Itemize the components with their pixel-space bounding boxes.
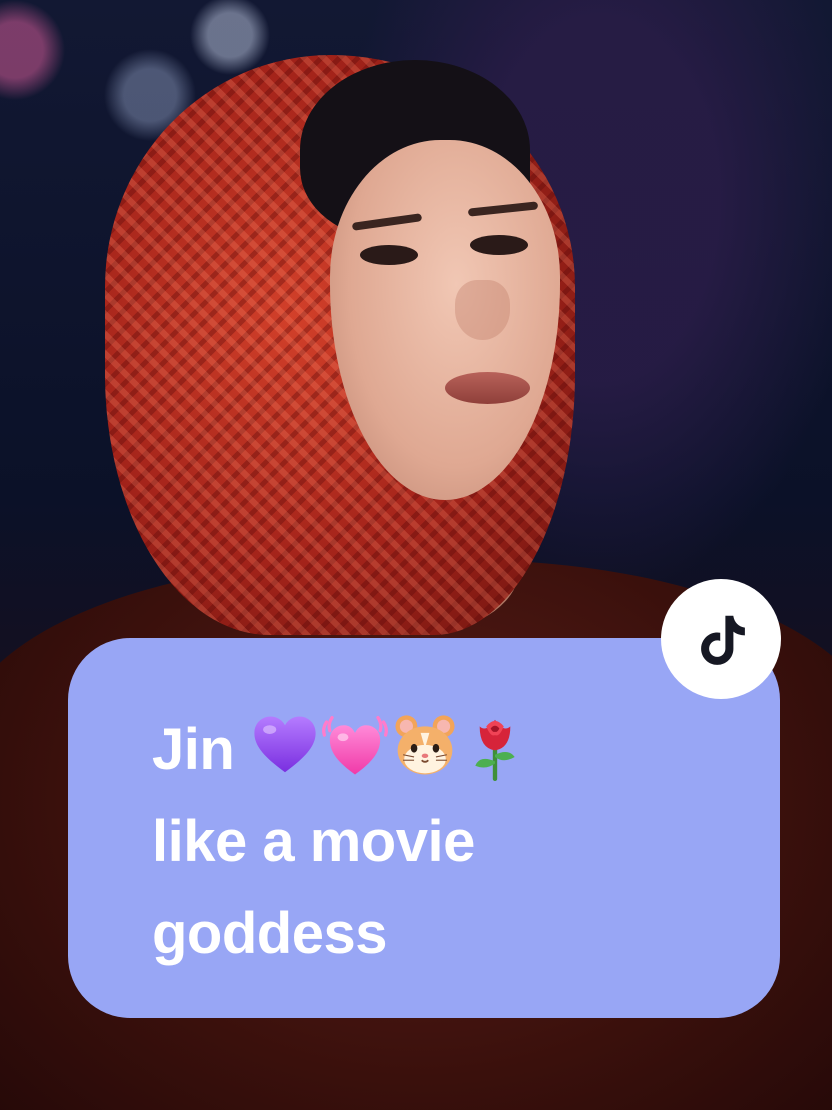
photo-eye [360,245,418,265]
caption-name: Jin [152,717,235,782]
rose-icon [460,711,530,781]
caption-card: Jin like a movie goddess [68,638,780,1018]
tiktok-logo-icon [701,615,745,665]
photo-lips [445,372,530,404]
beating-heart-icon [320,711,390,781]
photo-nose [455,280,510,340]
caption-line-3: goddess [152,901,388,966]
photo-eye [470,235,528,255]
caption-line-1: Jin [152,704,712,796]
tiktok-logo-badge[interactable] [661,579,781,699]
video-frame: Jin like a movie goddess [0,0,832,1110]
purple-heart-icon [250,711,320,781]
caption-line-2: like a movie [152,809,475,874]
hamster-icon [390,711,460,781]
caption-text: Jin like a movie goddess [152,704,712,980]
